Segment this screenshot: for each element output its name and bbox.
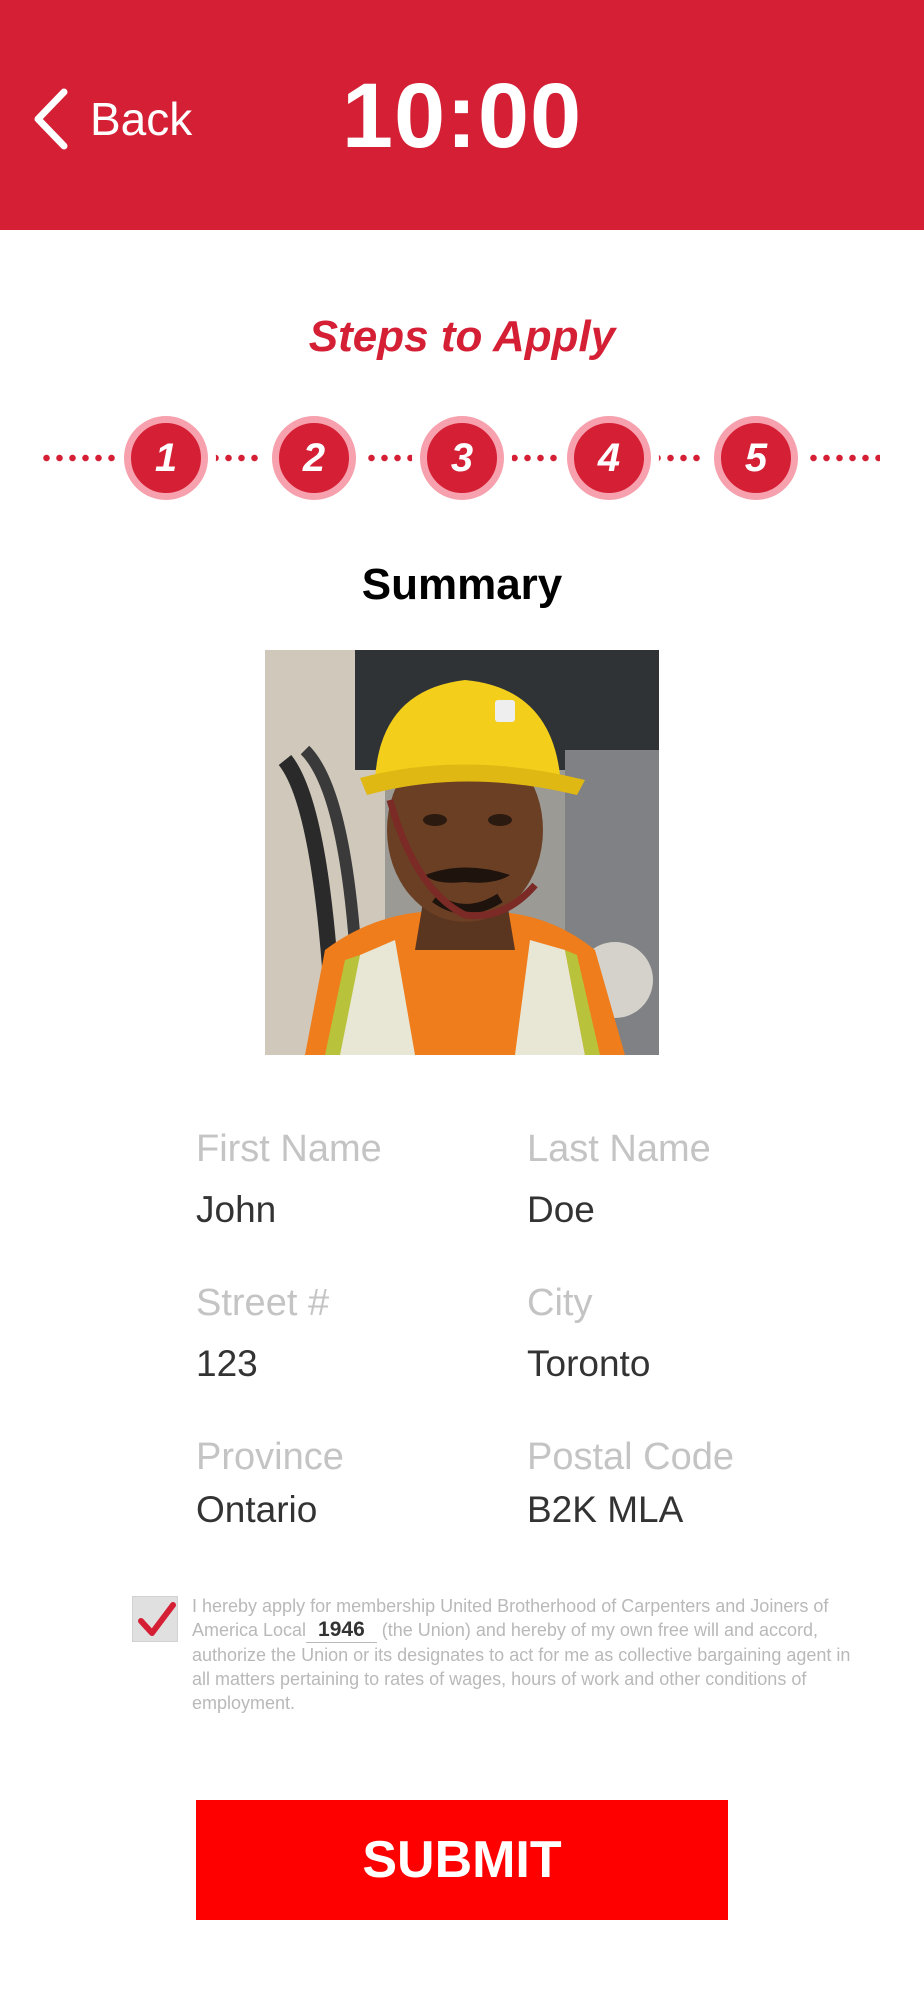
step-number: 2 [302, 435, 326, 480]
province-label: Province [196, 1436, 344, 1478]
profile-photo [265, 650, 659, 1055]
postal-code-field[interactable]: Postal Code B2K MLA [527, 1436, 734, 1531]
step-progress: 1 2 3 4 5 [40, 408, 880, 508]
step-number: 1 [154, 435, 178, 480]
step-number: 4 [597, 435, 621, 480]
local-number: 1946 [306, 1618, 377, 1643]
last-name-field[interactable]: Last Name Doe [527, 1128, 711, 1231]
street-field[interactable]: Street # 123 [196, 1282, 329, 1385]
first-name-label: First Name [196, 1128, 382, 1170]
first-name-field[interactable]: First Name John [196, 1128, 382, 1231]
city-field[interactable]: City Toronto [527, 1282, 650, 1385]
city-value: Toronto [527, 1343, 651, 1384]
step-1[interactable]: 1 [124, 416, 208, 500]
submit-button[interactable]: SUBMIT [196, 1800, 728, 1920]
step-5[interactable]: 5 [714, 416, 798, 500]
last-name-value: Doe [527, 1189, 595, 1230]
step-number: 5 [744, 435, 768, 480]
province-value: Ontario [196, 1489, 318, 1530]
top-bar: Back 10:00 [0, 0, 924, 230]
street-value: 123 [196, 1343, 258, 1384]
province-field[interactable]: Province Ontario [196, 1436, 344, 1531]
postal-code-label: Postal Code [527, 1436, 735, 1478]
street-label: Street # [196, 1282, 330, 1324]
consent-checkbox[interactable] [132, 1596, 178, 1642]
first-name-value: John [196, 1189, 277, 1230]
step-2[interactable]: 2 [272, 416, 356, 500]
steps-title: Steps to Apply [308, 312, 616, 361]
step-3[interactable]: 3 [420, 416, 504, 500]
city-label: City [527, 1282, 593, 1324]
timer: 10:00 [341, 65, 583, 167]
step-4[interactable]: 4 [567, 416, 651, 500]
last-name-label: Last Name [527, 1128, 711, 1170]
postal-code-value: B2K MLA [527, 1489, 684, 1530]
checkmark-icon [138, 1602, 176, 1636]
consent-text: I hereby apply for membership United Bro… [192, 1594, 862, 1715]
worker-portrait [265, 650, 659, 1055]
summary-title: Summary [361, 560, 563, 609]
step-number: 3 [450, 435, 474, 480]
